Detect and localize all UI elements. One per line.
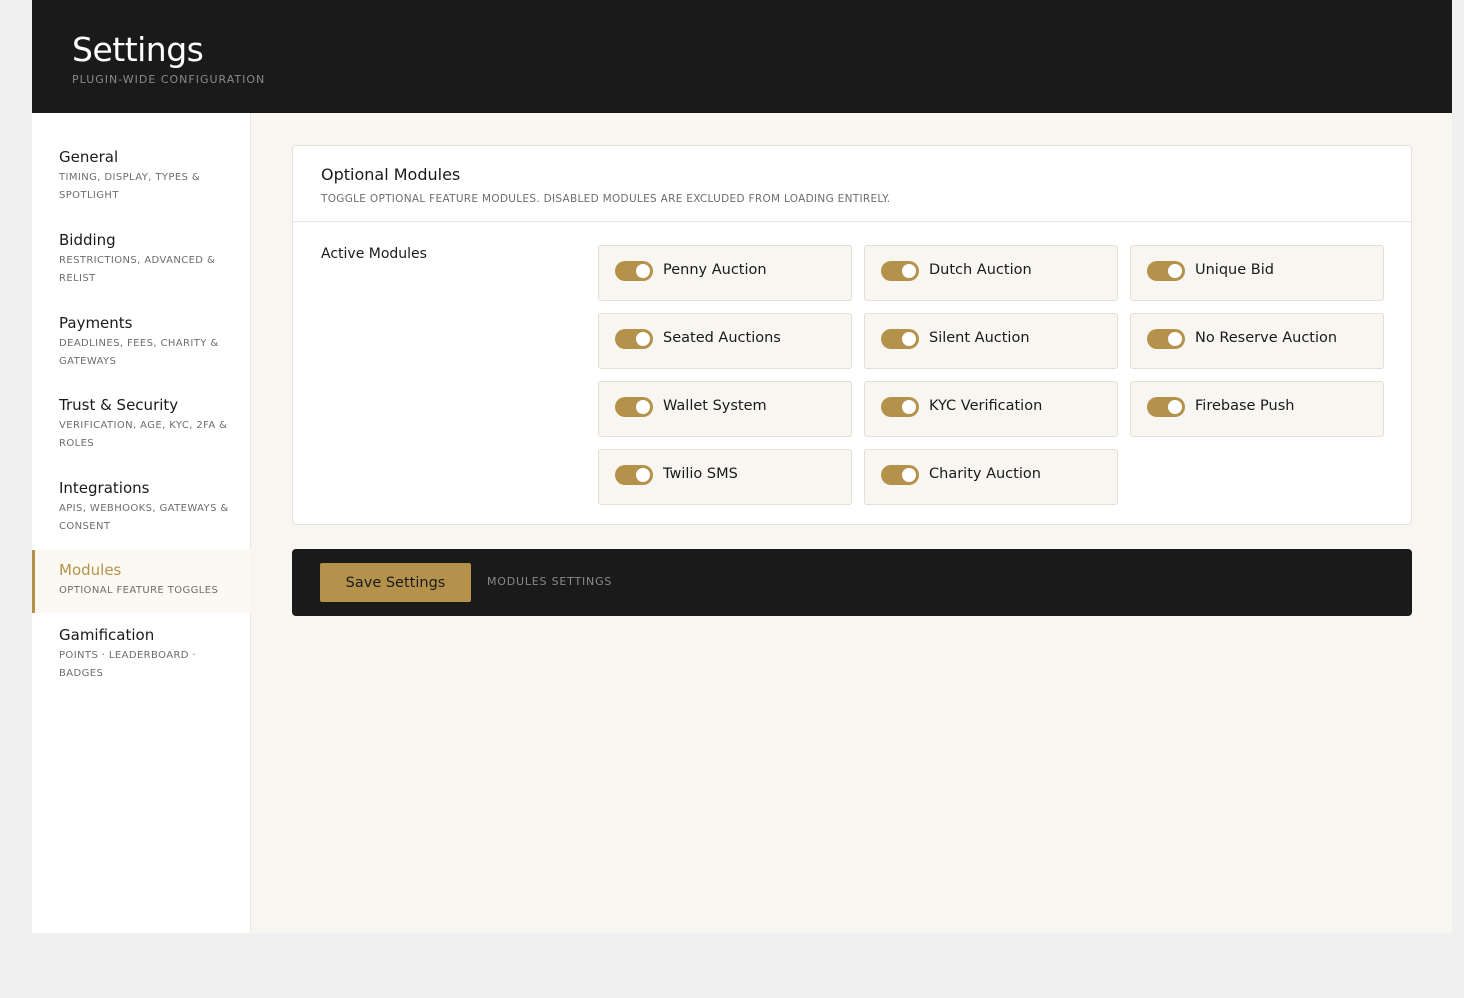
panel-header: Optional Modules Toggle optional feature… <box>293 146 1411 222</box>
module-toggle[interactable] <box>881 261 919 281</box>
page-title: Settings <box>72 30 204 69</box>
toggle-knob <box>636 264 650 278</box>
panel-title: Optional Modules <box>321 165 461 184</box>
toggle-knob <box>1168 400 1182 414</box>
module-card-twilio-sms[interactable]: Twilio SMS <box>598 449 852 505</box>
toggle-knob <box>902 332 916 346</box>
settings-sidebar: General Timing, display, types & spotlig… <box>32 113 251 933</box>
module-card-unique-bid[interactable]: Unique Bid <box>1130 245 1384 301</box>
module-card-kyc-verification[interactable]: KYC Verification <box>864 381 1118 437</box>
sidebar-item-desc: Deadlines, fees, charity & gateways <box>59 338 219 367</box>
module-label: No Reserve Auction <box>1195 330 1338 346</box>
toggle-knob <box>636 400 650 414</box>
save-bar-hint: Modules settings <box>487 575 613 588</box>
sidebar-item-modules[interactable]: Modules Optional feature toggles <box>32 550 251 613</box>
sidebar-item-desc: APIs, webhooks, gateways & consent <box>59 503 229 532</box>
sidebar-item-desc: Timing, display, types & spotlight <box>59 172 201 201</box>
module-label: Twilio SMS <box>663 466 738 482</box>
page-subtitle: Plugin-wide configuration <box>72 73 266 86</box>
toggle-knob <box>902 468 916 482</box>
toggle-knob <box>902 400 916 414</box>
module-label: Penny Auction <box>663 262 767 278</box>
sidebar-item-desc: Points · leaderboard · badges <box>59 650 197 679</box>
module-card-dutch-auction[interactable]: Dutch Auction <box>864 245 1118 301</box>
sidebar-item-label: Integrations <box>59 479 150 497</box>
sidebar-item-trust-security[interactable]: Trust & Security Verification, age, KYC,… <box>32 395 251 453</box>
sidebar-item-bidding[interactable]: Bidding Restrictions, advanced & relist <box>32 230 251 288</box>
sidebar-item-general[interactable]: General Timing, display, types & spotlig… <box>32 147 251 205</box>
module-toggle[interactable] <box>615 397 653 417</box>
toggle-knob <box>636 332 650 346</box>
module-toggle[interactable] <box>1147 261 1185 281</box>
module-toggle[interactable] <box>615 329 653 349</box>
module-label: Dutch Auction <box>929 262 1032 278</box>
save-settings-button[interactable]: Save Settings <box>320 563 471 602</box>
toggle-knob <box>902 264 916 278</box>
sidebar-item-payments[interactable]: Payments Deadlines, fees, charity & gate… <box>32 313 251 371</box>
sidebar-item-label: Gamification <box>59 626 155 644</box>
module-label: Wallet System <box>663 398 767 414</box>
sidebar-item-label: Payments <box>59 314 133 332</box>
sidebar-item-integrations[interactable]: Integrations APIs, webhooks, gateways & … <box>32 478 251 536</box>
module-toggle[interactable] <box>881 465 919 485</box>
module-toggle[interactable] <box>881 329 919 349</box>
module-label: Firebase Push <box>1195 398 1295 414</box>
module-card-seated-auctions[interactable]: Seated Auctions <box>598 313 852 369</box>
module-toggle[interactable] <box>881 397 919 417</box>
save-bar: Save Settings Modules settings <box>292 549 1412 616</box>
module-card-charity-auction[interactable]: Charity Auction <box>864 449 1118 505</box>
sidebar-item-label: Bidding <box>59 231 116 249</box>
module-toggle[interactable] <box>1147 397 1185 417</box>
sidebar-item-label: Trust & Security <box>59 396 179 414</box>
module-label: KYC Verification <box>929 398 1043 414</box>
module-card-silent-auction[interactable]: Silent Auction <box>864 313 1118 369</box>
toggle-knob <box>1168 264 1182 278</box>
module-card-no-reserve-auction[interactable]: No Reserve Auction <box>1130 313 1384 369</box>
sidebar-item-desc: Optional feature toggles <box>59 585 219 596</box>
page-header: Settings Plugin-wide configuration <box>32 0 1452 113</box>
panel-description: Toggle optional feature modules. Disable… <box>321 193 891 205</box>
sidebar-item-desc: Verification, age, KYC, 2FA & roles <box>59 420 228 449</box>
optional-modules-panel: Optional Modules Toggle optional feature… <box>292 145 1412 525</box>
module-label: Unique Bid <box>1195 262 1274 278</box>
sidebar-item-label: General <box>59 148 119 166</box>
sidebar-item-label: Modules <box>59 561 122 579</box>
module-toggle[interactable] <box>615 261 653 281</box>
settings-app: Settings Plugin-wide configuration Gener… <box>32 0 1452 933</box>
module-label: Silent Auction <box>929 330 1030 346</box>
module-card-wallet-system[interactable]: Wallet System <box>598 381 852 437</box>
module-toggle[interactable] <box>1147 329 1185 349</box>
module-card-firebase-push[interactable]: Firebase Push <box>1130 381 1384 437</box>
module-toggle[interactable] <box>615 465 653 485</box>
sidebar-item-gamification[interactable]: Gamification Points · leaderboard · badg… <box>32 625 251 683</box>
module-card-penny-auction[interactable]: Penny Auction <box>598 245 852 301</box>
toggle-knob <box>636 468 650 482</box>
active-modules-label: Active Modules <box>321 246 427 262</box>
sidebar-item-desc: Restrictions, advanced & relist <box>59 255 216 284</box>
module-label: Seated Auctions <box>663 330 781 346</box>
module-label: Charity Auction <box>929 466 1041 482</box>
toggle-knob <box>1168 332 1182 346</box>
